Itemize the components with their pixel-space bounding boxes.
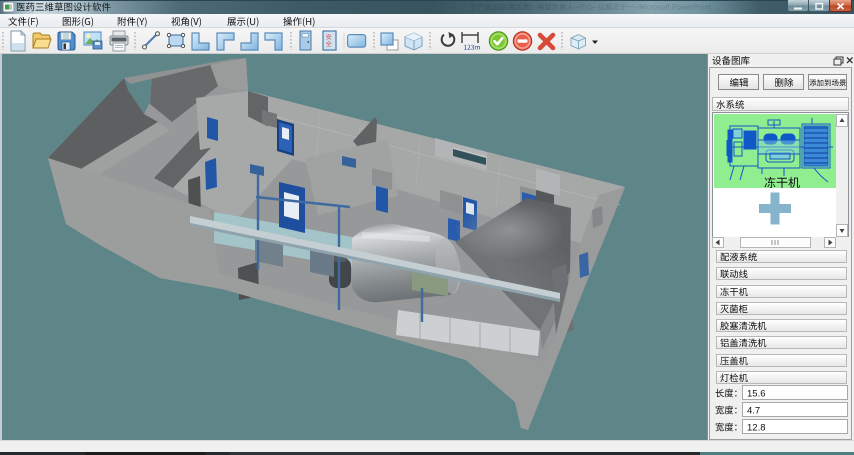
svg-text:4.7: 4.7 [747, 406, 760, 417]
svg-text:12.8: 12.8 [747, 423, 766, 434]
svg-text:15.6: 15.6 [747, 389, 766, 400]
